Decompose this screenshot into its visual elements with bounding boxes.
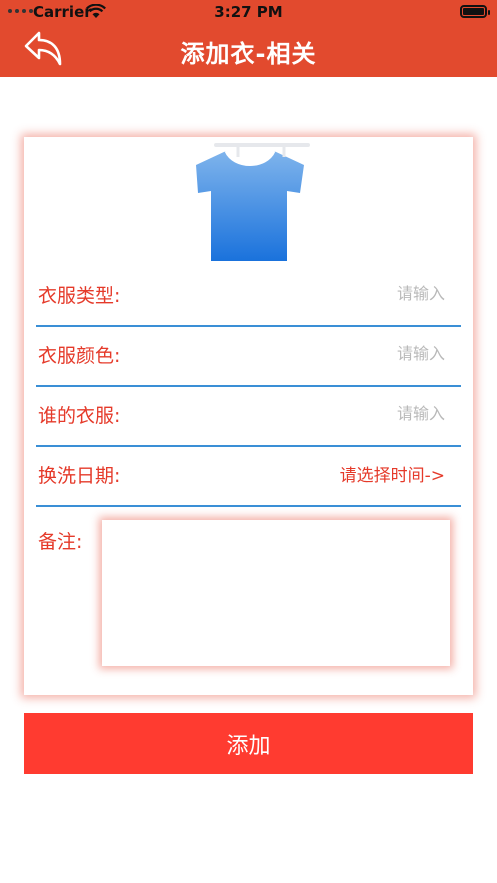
add-button[interactable]: 添加 <box>24 713 473 774</box>
owner-label: 谁的衣服: <box>38 405 121 427</box>
clothing-color-row: 衣服颜色: <box>36 327 461 387</box>
battery-icon <box>460 5 490 18</box>
owner-row: 谁的衣服: <box>36 387 461 447</box>
clothing-color-input[interactable] <box>245 339 445 367</box>
remark-label: 备注: <box>38 531 83 553</box>
status-bar: Carrier 3:27 PM <box>0 0 497 24</box>
clothing-type-input[interactable] <box>245 279 445 307</box>
clothing-type-row: 衣服类型: <box>36 267 461 327</box>
status-time: 3:27 PM <box>214 3 283 21</box>
clothing-type-label: 衣服类型: <box>38 285 121 307</box>
page-title: 添加衣-相关 <box>180 40 317 68</box>
wash-date-row: 换洗日期: 请选择时间-> <box>36 447 461 507</box>
tshirt-icon <box>196 143 310 261</box>
wash-date-label: 换洗日期: <box>38 465 121 487</box>
owner-input[interactable] <box>245 399 445 427</box>
remark-textarea[interactable] <box>102 520 450 666</box>
wash-date-picker[interactable]: 请选择时间-> <box>340 461 445 486</box>
form-card: 衣服类型: 衣服颜色: 谁的衣服: 换洗日期: 请选择时间-> 备注: <box>24 137 473 695</box>
navigation-bar: Carrier 3:27 PM 添加衣-相关 <box>0 0 497 77</box>
clothing-color-label: 衣服颜色: <box>38 345 121 367</box>
